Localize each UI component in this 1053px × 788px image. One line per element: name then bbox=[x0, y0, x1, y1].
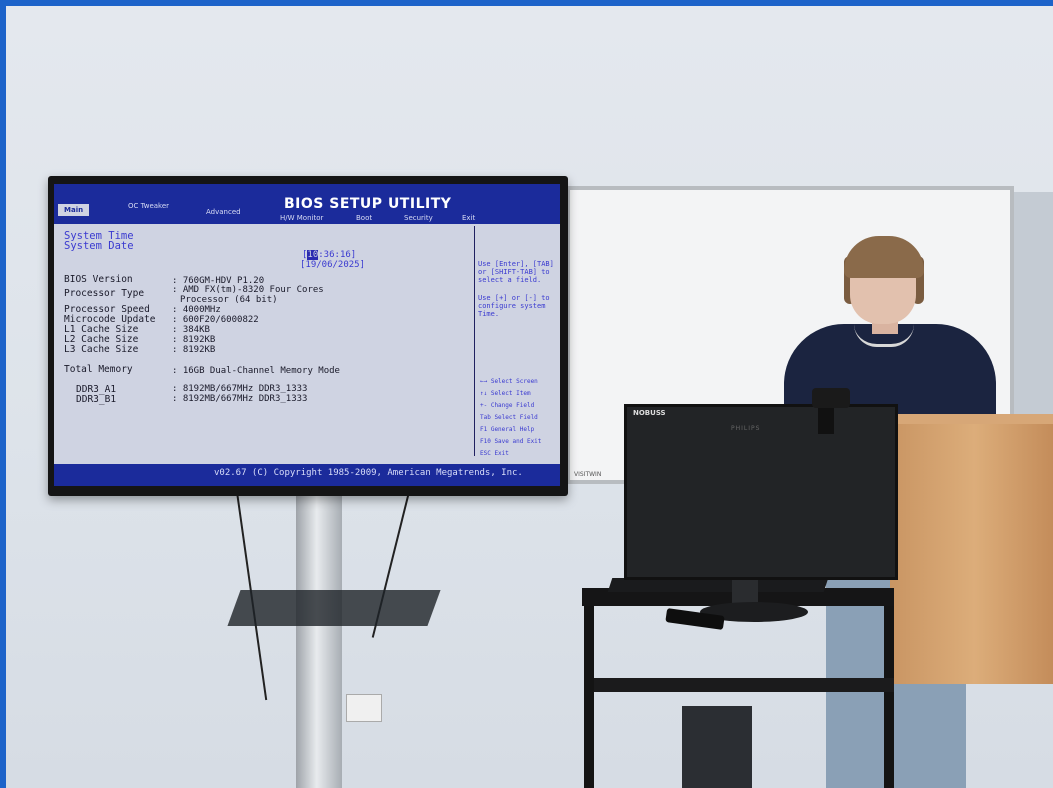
bios-divider bbox=[474, 226, 475, 456]
desk-leg bbox=[884, 604, 894, 788]
bios-tab-boot[interactable]: Boot bbox=[356, 214, 372, 222]
time-rest: :36:16] bbox=[318, 250, 357, 260]
help-line: select a field. bbox=[478, 276, 542, 284]
key-hint: Tab Select Field bbox=[480, 414, 538, 421]
key-hint: ESC Exit bbox=[480, 450, 509, 457]
ddr3-a1-value: : 8192MB/667MHz DDR3_1333 bbox=[172, 384, 308, 394]
whiteboard-brand: VISITWIN bbox=[574, 471, 602, 478]
bios-title: BIOS SETUP UTILITY bbox=[284, 196, 452, 212]
key-hint: F10 Save and Exit bbox=[480, 438, 542, 445]
webcam bbox=[812, 388, 850, 408]
tv-screen: BIOS SETUP UTILITY Main OC Tweaker Advan… bbox=[48, 176, 568, 496]
desk-leg bbox=[584, 604, 594, 788]
webcam-clip bbox=[818, 404, 834, 434]
bios-tab-main[interactable]: Main bbox=[58, 204, 90, 216]
bios-header-bar: BIOS SETUP UTILITY Main OC Tweaker Advan… bbox=[54, 184, 560, 224]
monitor-sticker: NOBUSS bbox=[633, 409, 666, 417]
processor-speed-value: : 4000MHz bbox=[172, 305, 221, 315]
tv-stand-pole bbox=[296, 492, 342, 788]
monitor-logo: PHILIPS bbox=[731, 425, 761, 432]
help-line: Use [Enter], [TAB] bbox=[478, 260, 554, 268]
ddr3-b1-label: DDR3_B1 bbox=[76, 394, 117, 405]
help-line: Time. bbox=[478, 310, 500, 318]
l3-cache-label: L3 Cache Size bbox=[64, 344, 139, 355]
bios-tab-hw-monitor[interactable]: H/W Monitor bbox=[280, 214, 323, 222]
key-hint: F1 General Help bbox=[480, 426, 535, 433]
key-hint: ↑↓ Select Item bbox=[480, 390, 531, 397]
bios-tab-security[interactable]: Security bbox=[404, 214, 433, 222]
help-line: configure system bbox=[478, 302, 546, 310]
time-hour[interactable]: 10 bbox=[307, 250, 319, 260]
classroom-photo: VISITWIN NOBUSS PHILIPS BIOS SETUP UTILI… bbox=[6, 6, 1053, 788]
system-date-label[interactable]: System Date bbox=[64, 240, 134, 252]
processor-type-value: : AMD FX(tm)-8320 Four Cores bbox=[172, 285, 324, 295]
system-time-value[interactable]: [10:36:16] bbox=[302, 250, 356, 260]
help-line: Use [+] or [-] to bbox=[478, 294, 550, 302]
bios-tab-advanced[interactable]: Advanced bbox=[206, 208, 241, 216]
bios-tab-exit[interactable]: Exit bbox=[462, 214, 475, 222]
bios-tab-oc-tweaker[interactable]: OC Tweaker bbox=[128, 202, 169, 210]
ddr3-b1-value: : 8192MB/667MHz DDR3_1333 bbox=[172, 394, 308, 404]
help-line: or [SHIFT-TAB] to bbox=[478, 268, 550, 276]
podium bbox=[890, 418, 1053, 684]
computer-case bbox=[682, 706, 752, 788]
l2-cache-value: : 8192KB bbox=[172, 335, 216, 345]
system-date-value[interactable]: [19/06/2025] bbox=[300, 260, 365, 270]
bios-screen: BIOS SETUP UTILITY Main OC Tweaker Advan… bbox=[54, 184, 560, 486]
bios-copyright: v02.67 (C) Copyright 1985-2009, American… bbox=[214, 468, 523, 478]
desk-shelf bbox=[594, 678, 894, 692]
total-memory-value: : 16GB Dual-Channel Memory Mode bbox=[172, 366, 340, 376]
l3-cache-value: : 8192KB bbox=[172, 345, 216, 355]
processor-type-label: Processor Type bbox=[64, 288, 145, 299]
wall-panel bbox=[1014, 192, 1053, 420]
microcode-value: : 600F20/6000822 bbox=[172, 315, 259, 325]
keyboard bbox=[607, 578, 829, 592]
podium-top bbox=[886, 414, 1053, 424]
bios-version-label: BIOS Version bbox=[64, 274, 133, 285]
total-memory-label: Total Memory bbox=[64, 364, 133, 375]
key-hint: ←→ Select Screen bbox=[480, 378, 538, 385]
bios-footer-bar: v02.67 (C) Copyright 1985-2009, American… bbox=[54, 464, 560, 486]
l1-cache-value: : 384KB bbox=[172, 325, 210, 335]
desktop-monitor: NOBUSS PHILIPS bbox=[624, 404, 898, 580]
tv-stand-shelf bbox=[227, 590, 441, 626]
key-hint: +- Change Field bbox=[480, 402, 535, 409]
wall-outlet bbox=[346, 694, 382, 722]
processor-type-value-2: Processor (64 bit) bbox=[180, 295, 278, 305]
